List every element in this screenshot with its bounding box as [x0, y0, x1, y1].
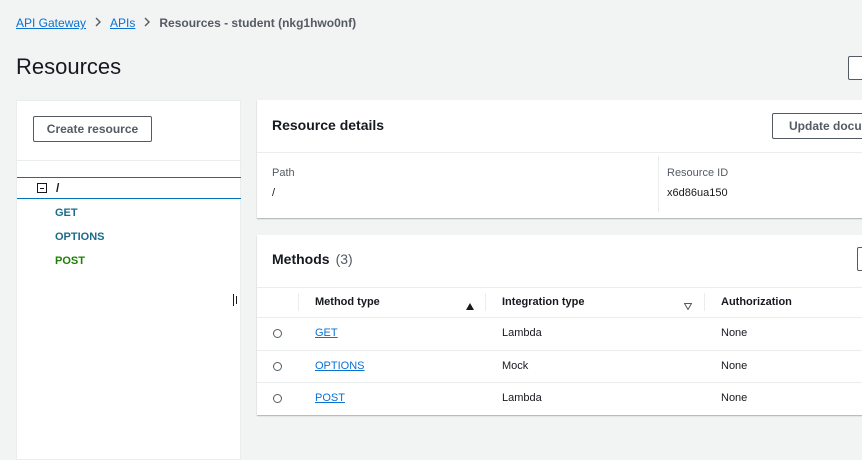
- integration-cell: Lambda: [502, 392, 542, 404]
- collapse-icon[interactable]: [37, 183, 47, 193]
- divider: [17, 160, 242, 161]
- authorization-cell: None: [721, 327, 748, 339]
- resource-tree-panel: Create resource / GET OPTIONS POST: [16, 100, 242, 460]
- resize-handle-icon[interactable]: [233, 294, 237, 306]
- table-row[interactable]: POST Lambda None: [257, 383, 862, 415]
- path-value: /: [272, 187, 276, 199]
- update-documentation-button[interactable]: Update docu: [772, 113, 862, 139]
- header-action-button[interactable]: [848, 56, 862, 80]
- sort-desc-icon[interactable]: [683, 297, 693, 315]
- row-radio[interactable]: [273, 329, 282, 338]
- row-radio[interactable]: [273, 394, 282, 403]
- methods-header: Methods (3): [272, 251, 353, 267]
- chevron-right-icon: [143, 16, 151, 30]
- method-link-post[interactable]: POST: [315, 392, 345, 404]
- authorization-cell: None: [721, 392, 748, 404]
- breadcrumb-current: Resources - student (nkg1hwo0nf): [159, 16, 357, 30]
- breadcrumb: API Gateway APIs Resources - student (nk…: [16, 16, 356, 30]
- chevron-right-icon: [94, 16, 102, 30]
- tree-method-get[interactable]: GET: [55, 207, 78, 219]
- resource-id-value: x6d86ua150: [667, 187, 728, 199]
- integration-cell: Mock: [502, 360, 529, 372]
- method-link-get[interactable]: GET: [315, 327, 338, 339]
- tree-root-label: /: [56, 181, 60, 195]
- integration-cell: Lambda: [502, 327, 542, 339]
- breadcrumb-link-api-gateway[interactable]: API Gateway: [16, 16, 86, 30]
- resource-id-label: Resource ID: [667, 167, 729, 179]
- divider: [257, 152, 862, 153]
- authorization-cell: None: [721, 360, 748, 372]
- sort-asc-icon[interactable]: [466, 297, 474, 315]
- table-row[interactable]: GET Lambda None: [257, 318, 862, 350]
- resource-details-title: Resource details: [272, 117, 385, 133]
- breadcrumb-link-apis[interactable]: APIs: [110, 16, 135, 30]
- path-label: Path: [272, 167, 295, 179]
- row-radio[interactable]: [273, 362, 282, 371]
- methods-action-button[interactable]: [857, 247, 862, 271]
- column-header-method-type[interactable]: Method type: [315, 296, 380, 308]
- methods-count: (3): [335, 251, 353, 267]
- methods-title: Methods: [272, 251, 330, 267]
- divider: [257, 287, 862, 288]
- column-header-authorization[interactable]: Authorization: [721, 296, 792, 308]
- page-title: Resources: [16, 54, 122, 79]
- method-link-options[interactable]: OPTIONS: [315, 360, 365, 372]
- tree-method-options[interactable]: OPTIONS: [55, 231, 105, 243]
- resource-details-card: Resource details Update docu Path / Reso…: [257, 100, 862, 218]
- tree-item-root[interactable]: /: [17, 177, 241, 199]
- tree-method-post[interactable]: POST: [55, 255, 85, 267]
- divider: [658, 156, 659, 212]
- methods-card: Methods (3) Method type Integration type…: [257, 235, 862, 415]
- create-resource-button[interactable]: Create resource: [33, 116, 152, 142]
- column-header-integration-type[interactable]: Integration type: [502, 296, 585, 308]
- table-row[interactable]: OPTIONS Mock None: [257, 351, 862, 383]
